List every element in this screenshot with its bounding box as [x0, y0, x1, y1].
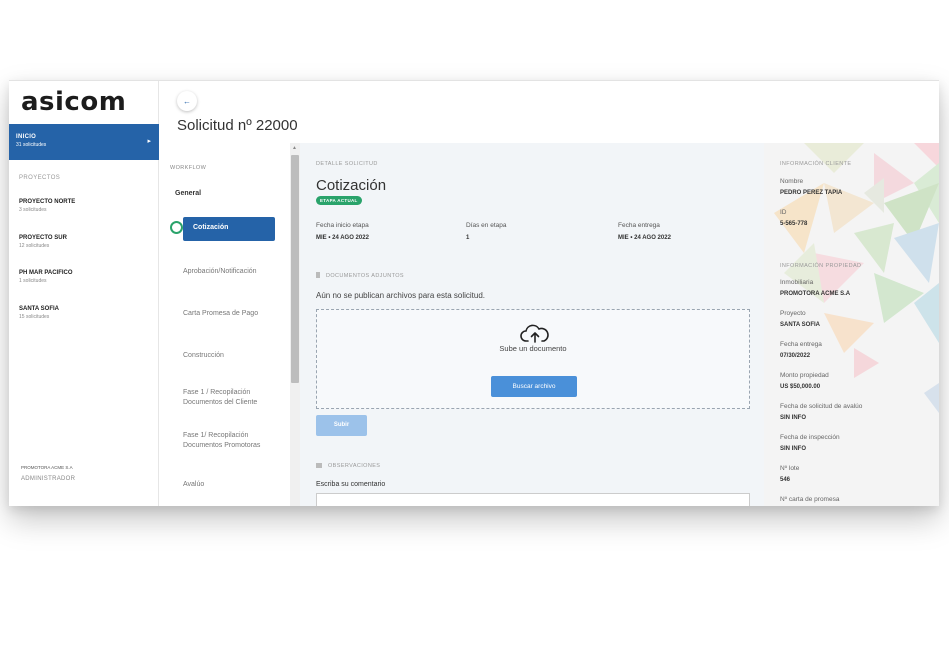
field-value: MIE • 24 AGO 2022	[316, 235, 369, 241]
field-value: MIE • 24 AGO 2022	[618, 235, 671, 241]
sidebar-item-count: 31 solicitudes	[16, 142, 47, 148]
document-icon	[316, 272, 320, 278]
info-value: PEDRO PEREZ TAPIA	[780, 190, 843, 196]
info-label: Fecha de solicitud de avalúo	[780, 403, 863, 410]
project-count: 12 solicitudes	[19, 243, 50, 249]
info-label: Nº lote	[780, 465, 800, 472]
observations-label: OBSERVACIONES	[328, 463, 381, 469]
project-name: PROYECTO SUR	[19, 235, 67, 241]
client-section-label: INFORMACIÓN CLIENTE	[780, 161, 852, 167]
workflow-step[interactable]: Fase 1/ Recopilación Documentos Promotor…	[183, 431, 279, 451]
observations-section: OBSERVACIONES	[316, 463, 380, 469]
info-value: SANTA SOFIA	[780, 322, 820, 328]
info-label: Fecha de inspección	[780, 434, 840, 441]
comment-label: Escriba su comentario	[316, 481, 386, 488]
info-panel: INFORMACIÓN CLIENTE Nombre PEDRO PEREZ T…	[764, 143, 939, 506]
property-section-label: INFORMACIÓN PROPIEDAD	[780, 263, 862, 269]
sidebar: asicom INICIO 31 solicitudes ▸ PROYECTOS…	[9, 81, 159, 506]
info-label: Fecha entrega	[780, 341, 822, 348]
sidebar-item-label: INICIO	[16, 134, 37, 140]
project-name: SANTA SOFIA	[19, 306, 59, 312]
project-name: PH MAR PACIFICO	[19, 270, 73, 276]
upload-dropzone[interactable]: Sube un documento Buscar archivo	[316, 309, 750, 409]
scroll-up-icon[interactable]: ▲	[292, 145, 297, 151]
info-value: SIN INFO	[780, 415, 807, 421]
workflow-general[interactable]: General	[175, 190, 201, 197]
sidebar-item-proyecto-norte[interactable]: PROYECTO NORTE 3 solicitudes	[19, 199, 75, 213]
info-value: 5-565-778	[780, 221, 808, 227]
comment-icon	[316, 463, 322, 468]
sidebar-item-proyecto-sur[interactable]: PROYECTO SUR 12 solicitudes	[19, 235, 67, 249]
company-name: PROMOTORA ACME S.A	[21, 465, 73, 470]
chevron-right-icon: ▸	[147, 138, 151, 145]
cloud-upload-icon	[520, 324, 549, 343]
docs-section-label: DOCUMENTOS ADJUNTOS	[326, 273, 404, 279]
detail-panel: DETALLE SOLICITUD Cotización ETAPA ACTUA…	[300, 143, 764, 506]
browse-file-button[interactable]: Buscar archivo	[491, 376, 577, 397]
stage-title: Cotización	[316, 177, 387, 194]
workflow-step[interactable]: Carta Promesa de Pago	[183, 309, 283, 319]
status-badge: ETAPA ACTUAL	[316, 196, 362, 205]
back-button[interactable]: ←	[177, 91, 197, 111]
scrollbar-thumb[interactable]	[291, 155, 299, 383]
info-value: 07/30/2022	[780, 353, 811, 359]
no-files-message: Aún no se publican archivos para esta so…	[316, 291, 485, 300]
workflow-step[interactable]: Avalúo	[183, 480, 283, 490]
info-label: Proyecto	[780, 310, 806, 317]
info-label: Inmobiliaria	[780, 279, 814, 286]
detail-section-label: DETALLE SOLICITUD	[316, 161, 378, 167]
workflow-step-active[interactable]: Cotización	[183, 217, 275, 241]
project-count: 1 solicitudes	[19, 278, 47, 284]
field-value: 1	[466, 235, 470, 241]
arrow-left-icon: ←	[183, 96, 191, 106]
brand-logo: asicom	[21, 87, 127, 117]
project-count: 15 solicitudes	[19, 314, 50, 320]
info-value: 546	[780, 477, 791, 483]
info-label: Nombre	[780, 178, 804, 185]
sidebar-item-ph-mar-pacifico[interactable]: PH MAR PACIFICO 1 solicitudes	[19, 270, 73, 284]
field-label: Fecha inicio etapa	[316, 222, 369, 229]
project-name: PROYECTO NORTE	[19, 199, 76, 205]
workflow-step[interactable]: Aprobación/Notificación	[183, 267, 283, 277]
sidebar-item-santa-sofia[interactable]: SANTA SOFIA 15 solicitudes	[19, 306, 59, 320]
workflow-step[interactable]: Fase 1 / Recopilación Documentos del Cli…	[183, 388, 279, 408]
info-value: US $50,000.00	[780, 384, 821, 390]
user-role[interactable]: ADMINISTRADOR	[21, 476, 75, 482]
upload-text: Sube un documento	[499, 344, 567, 353]
workflow-label: WORKFLOW	[170, 165, 207, 171]
page-title: Solicitud nº 22000	[177, 117, 298, 134]
sidebar-item-inicio[interactable]: INICIO 31 solicitudes ▸	[9, 124, 159, 160]
info-label: Nº carta de promesa	[780, 496, 840, 503]
workflow-scrollbar[interactable]: ▲	[290, 143, 300, 506]
info-label: Monto propiedad	[780, 372, 829, 379]
project-count: 3 solicitudes	[19, 207, 47, 213]
app-window: asicom INICIO 31 solicitudes ▸ PROYECTOS…	[9, 80, 939, 506]
field-label: Días en etapa	[466, 222, 507, 229]
projects-section-label: PROYECTOS	[19, 175, 61, 181]
info-label: ID	[780, 209, 787, 216]
info-value: PROMOTORA ACME S.A	[780, 291, 851, 297]
info-value: SIN INFO	[780, 446, 807, 452]
current-step-indicator	[170, 221, 183, 234]
submit-button[interactable]: Subir	[316, 415, 367, 436]
workflow-panel: WORKFLOW General Cotización Aprobación/N…	[160, 143, 290, 506]
docs-section: DOCUMENTOS ADJUNTOS	[316, 272, 404, 279]
comment-input[interactable]	[316, 493, 750, 506]
field-label: Fecha entrega	[618, 222, 660, 229]
workflow-step[interactable]: Construcción	[183, 351, 283, 361]
